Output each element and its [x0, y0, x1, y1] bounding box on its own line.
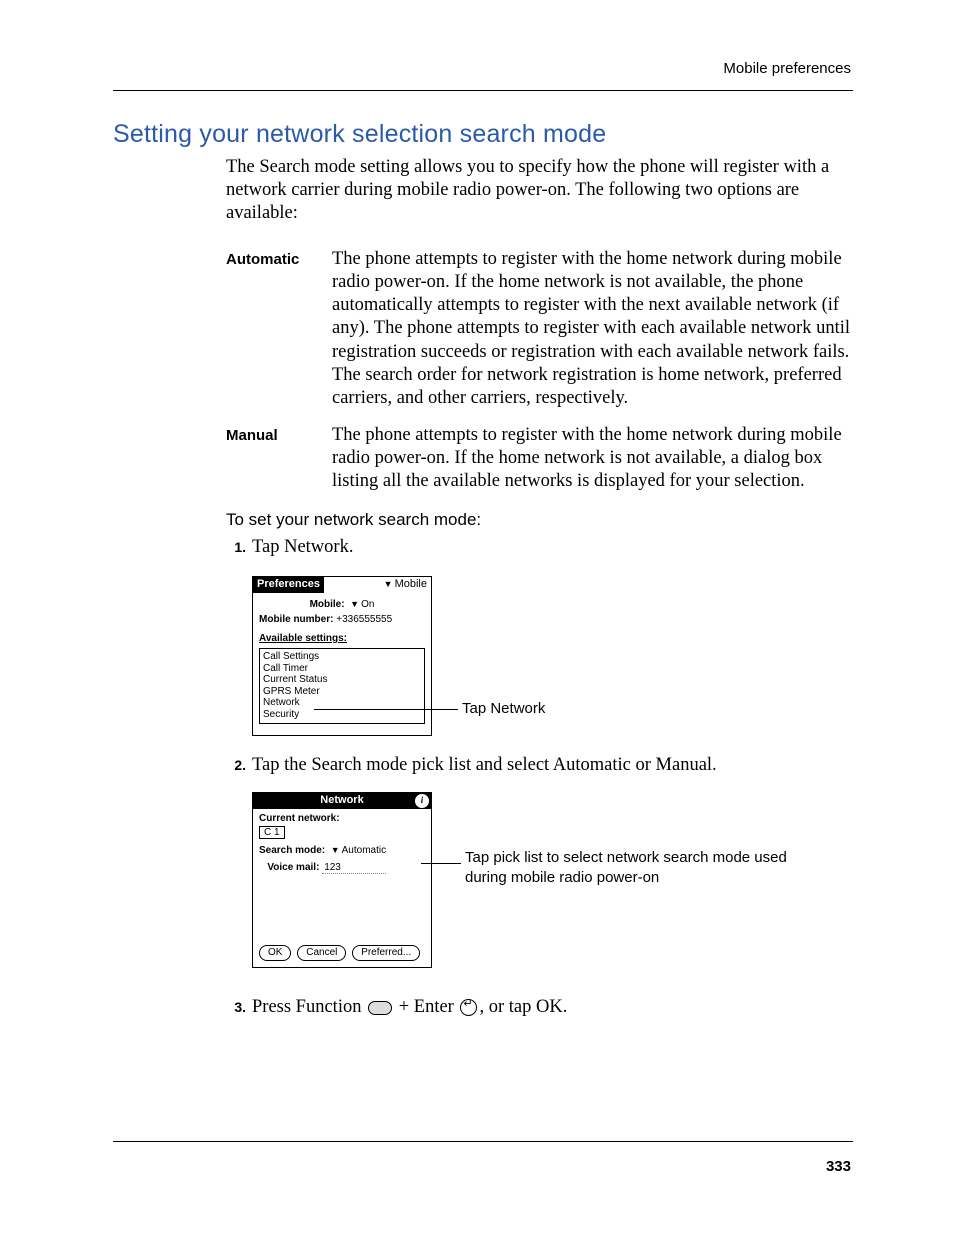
- step-3: 3. Press Function + Enter , or tap OK.: [222, 996, 854, 1019]
- list-item-network[interactable]: Network: [263, 697, 421, 709]
- chevron-down-icon: ▼: [350, 599, 359, 609]
- search-mode-row: Search mode: ▼Automatic: [259, 845, 425, 856]
- available-settings-label: Available settings:: [253, 627, 431, 646]
- mobile-number-label: Mobile number:: [259, 614, 333, 625]
- step-number: 3.: [222, 996, 252, 1019]
- titlebar: Preferences ▼Mobile: [253, 577, 431, 593]
- definition-manual: Manual The phone attempts to register wi…: [226, 424, 856, 493]
- term-manual: Manual: [226, 424, 332, 493]
- screenshot-network: Network i Current network: C 1 Search mo…: [252, 792, 432, 968]
- list-item[interactable]: Call Timer: [263, 663, 421, 675]
- current-network-label: Current network:: [259, 813, 425, 824]
- step-number: 2.: [222, 754, 252, 777]
- mobile-number-value: +336555555: [336, 614, 392, 625]
- step-number: 1.: [222, 536, 252, 559]
- list-item[interactable]: Current Status: [263, 674, 421, 686]
- step3-mid: + Enter: [394, 997, 458, 1017]
- cancel-button[interactable]: Cancel: [297, 945, 346, 961]
- rule-bottom: [113, 1141, 853, 1142]
- list-item[interactable]: Call Settings: [263, 651, 421, 663]
- callout-search-mode: Tap pick list to select network search m…: [465, 848, 805, 887]
- dialog-titlebar: Network i: [253, 793, 431, 809]
- mobile-number-row: Mobile number: +336555555: [253, 612, 431, 627]
- search-mode-label: Search mode:: [259, 845, 325, 856]
- mobile-value[interactable]: On: [361, 599, 374, 610]
- callout-leader: [314, 709, 458, 710]
- voice-mail-row: Voice mail: 123: [259, 862, 425, 874]
- step-text: Tap Network.: [252, 536, 854, 559]
- search-mode-picklist[interactable]: Automatic: [342, 845, 386, 856]
- app-title: Preferences: [253, 577, 324, 593]
- info-icon[interactable]: i: [415, 794, 429, 808]
- mobile-toggle-row: Mobile: ▼On: [253, 593, 431, 612]
- desc-automatic: The phone attempts to register with the …: [332, 248, 856, 410]
- intro-paragraph: The Search mode setting allows you to sp…: [226, 156, 854, 225]
- step-1: 1. Tap Network.: [222, 536, 854, 559]
- preferred-button[interactable]: Preferred...: [352, 945, 420, 961]
- button-row: OK Cancel Preferred...: [259, 945, 423, 961]
- ok-button[interactable]: OK: [259, 945, 291, 961]
- function-key-icon: [368, 1001, 392, 1015]
- page-number: 333: [826, 1158, 851, 1175]
- step-text: Press Function + Enter , or tap OK.: [252, 996, 854, 1019]
- callout-tap-network: Tap Network: [462, 700, 545, 717]
- mobile-label: Mobile:: [310, 599, 345, 610]
- settings-list[interactable]: Call Settings Call Timer Current Status …: [259, 648, 425, 724]
- procedure-heading: To set your network search mode:: [226, 510, 481, 530]
- category-picker[interactable]: ▼Mobile: [384, 577, 431, 593]
- step3-post: , or tap OK.: [479, 997, 567, 1017]
- screenshot-preferences: Preferences ▼Mobile Mobile: ▼On Mobile n…: [252, 576, 432, 736]
- current-network-value: C 1: [259, 826, 285, 839]
- list-item[interactable]: Security: [263, 709, 421, 721]
- definition-automatic: Automatic The phone attempts to register…: [226, 248, 856, 410]
- section-heading: Setting your network selection search mo…: [113, 120, 606, 149]
- voice-mail-field[interactable]: 123: [322, 862, 386, 874]
- dialog-title: Network: [320, 794, 363, 806]
- running-header: Mobile preferences: [723, 60, 851, 77]
- desc-manual: The phone attempts to register with the …: [332, 424, 856, 493]
- chevron-down-icon: ▼: [384, 579, 393, 589]
- rule-top: [113, 90, 853, 91]
- category-label: Mobile: [395, 578, 427, 590]
- callout-leader: [421, 863, 461, 864]
- term-automatic: Automatic: [226, 248, 332, 410]
- enter-key-icon: [460, 999, 477, 1016]
- page: Mobile preferences Setting your network …: [0, 0, 954, 1235]
- step-2: 2. Tap the Search mode pick list and sel…: [222, 754, 854, 777]
- chevron-down-icon: ▼: [331, 845, 340, 855]
- list-item[interactable]: GPRS Meter: [263, 686, 421, 698]
- definition-list: Automatic The phone attempts to register…: [226, 248, 856, 507]
- step3-pre: Press Function: [252, 997, 366, 1017]
- voice-mail-label: Voice mail:: [267, 862, 319, 873]
- step-text: Tap the Search mode pick list and select…: [252, 754, 854, 777]
